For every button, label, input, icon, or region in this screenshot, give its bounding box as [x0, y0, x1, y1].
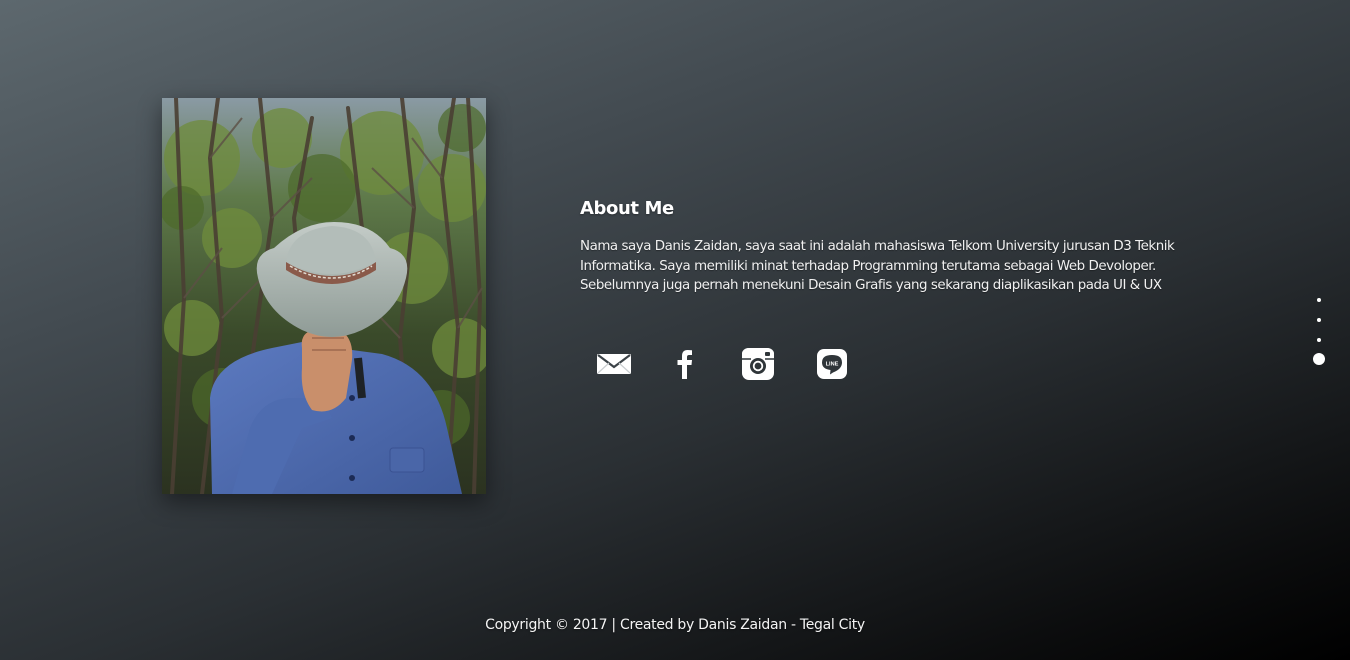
about-section: About Me Nama saya Danis Zaidan, saya sa…	[580, 198, 1240, 296]
email-link[interactable]	[594, 344, 634, 384]
instagram-link[interactable]	[738, 344, 778, 384]
facebook-icon	[677, 350, 692, 379]
about-line-3: Sebelumnya juga pernah menekuni Desain G…	[580, 278, 1162, 293]
footer-copyright: Copyright © 2017 | Created by Danis Zaid…	[485, 617, 865, 633]
about-line-2: Informatika. Saya memiliki minat terhada…	[580, 258, 1156, 274]
about-heading: About Me	[580, 198, 674, 219]
profile-photo	[162, 98, 486, 494]
line-badge-text: LINE	[826, 361, 839, 367]
about-description: Nama saya Danis Zaidan, saya saat ini ad…	[580, 237, 1240, 296]
about-line-1: Nama saya Danis Zaidan, saya saat ini ad…	[580, 239, 1175, 254]
mail-icon	[597, 354, 631, 374]
facebook-link[interactable]	[664, 344, 704, 384]
page-dot-1[interactable]	[1317, 298, 1321, 302]
line-icon: LINE	[817, 349, 847, 379]
page-dot-2[interactable]	[1317, 318, 1321, 322]
instagram-icon	[742, 348, 774, 380]
page-dot-3[interactable]	[1317, 338, 1321, 342]
page-dot-4-active[interactable]	[1313, 353, 1325, 365]
line-link[interactable]: LINE	[812, 344, 852, 384]
